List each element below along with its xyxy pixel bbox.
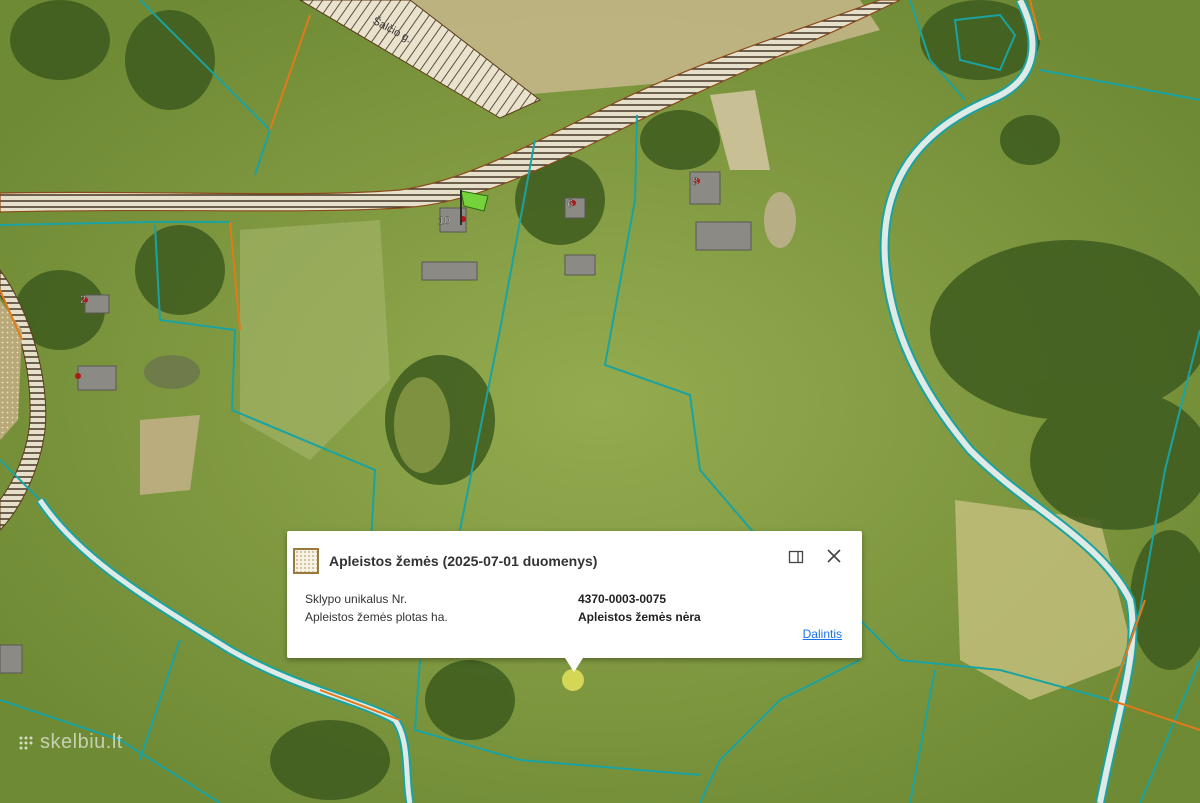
abandoned-area-value: Apleistos žemės nėra [578, 610, 701, 624]
window-icon[interactable] [788, 549, 804, 565]
abandoned-land-layer-icon [293, 548, 319, 574]
close-icon[interactable] [824, 546, 844, 566]
watermark-logo-icon [19, 736, 33, 750]
abandoned-area-label: Apleistos žemės plotas ha. [305, 610, 448, 624]
selected-location-marker[interactable] [562, 669, 584, 691]
info-popup: Apleistos žemės (2025-07-01 duomenys) Sk… [287, 531, 862, 672]
parcel-id-value: 4370-0003-0075 [578, 592, 667, 606]
house-number-6: 6 [567, 198, 573, 210]
pond [144, 355, 200, 389]
field-oval [764, 192, 796, 248]
house-number-2: 2 [80, 294, 86, 306]
parcel-id-label: Sklypo unikalus Nr. [305, 592, 408, 606]
house-number-10: 10 [438, 215, 450, 227]
house-number-8: 8 [692, 176, 698, 188]
pond-field [394, 377, 450, 473]
aerial-map[interactable]: Šalčio g. 10 2 6 8 [0, 0, 1200, 803]
popup-title: Apleistos žemės (2025-07-01 duomenys) [329, 553, 598, 569]
share-link[interactable]: Dalintis [803, 627, 842, 641]
watermark-text: skelbiu.lt [40, 731, 123, 753]
